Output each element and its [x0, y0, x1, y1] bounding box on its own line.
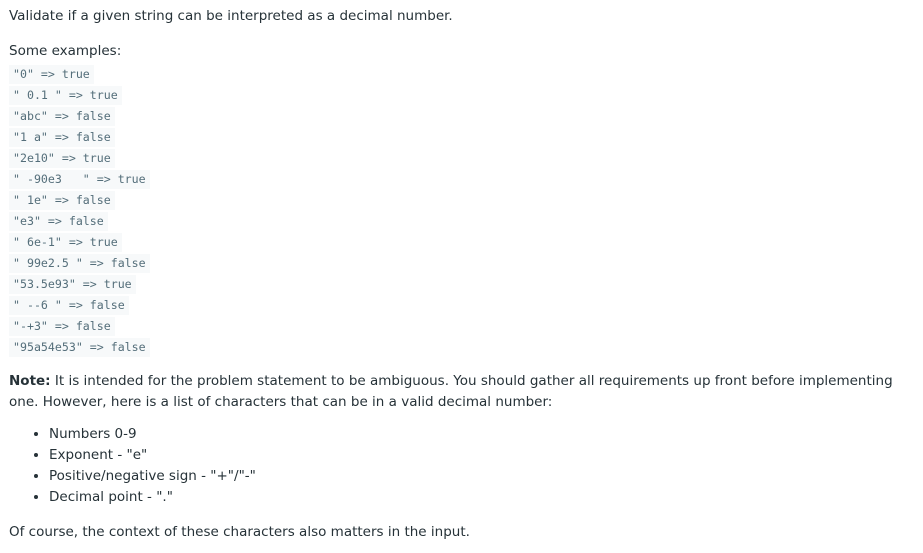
problem-description: Validate if a given string can be interp… — [0, 0, 923, 543]
example-code: "0" => true — [9, 65, 94, 84]
example-line: "abc" => false — [9, 106, 914, 127]
valid-characters-list: Numbers 0-9 Exponent - "e" Positive/nega… — [9, 424, 914, 508]
example-code: " 0.1 " => true — [9, 86, 122, 105]
example-line: "1 a" => false — [9, 127, 914, 148]
list-item: Numbers 0-9 — [49, 424, 914, 445]
example-code: " 6e-1" => true — [9, 233, 122, 252]
example-code: "2e10" => true — [9, 149, 115, 168]
example-line: "53.5e93" => true — [9, 274, 914, 295]
example-code: " --6 " => false — [9, 296, 129, 315]
example-line: "2e10" => true — [9, 148, 914, 169]
example-line: "0" => true — [9, 64, 914, 85]
example-line: "-+3" => false — [9, 316, 914, 337]
outro-text: Of course, the context of these characte… — [9, 524, 470, 540]
example-line: " 6e-1" => true — [9, 232, 914, 253]
example-line: "e3" => false — [9, 211, 914, 232]
examples-label: Some examples: — [9, 43, 122, 59]
list-item: Positive/negative sign - "+"/"-" — [49, 466, 914, 487]
example-line: " 99e2.5 " => false — [9, 253, 914, 274]
note-paragraph: Note: It is intended for the problem sta… — [9, 371, 914, 413]
example-line: " --6 " => false — [9, 295, 914, 316]
example-code: " -90e3 " => true — [9, 170, 150, 189]
example-code: "1 a" => false — [9, 128, 115, 147]
list-item: Exponent - "e" — [49, 445, 914, 466]
example-code: "95a54e53" => false — [9, 338, 150, 357]
examples-list: "0" => true " 0.1 " => true "abc" => fal… — [9, 64, 914, 358]
example-code: " 1e" => false — [9, 191, 115, 210]
example-code: "-+3" => false — [9, 317, 115, 336]
example-line: "95a54e53" => false — [9, 337, 914, 358]
example-line: " -90e3 " => true — [9, 169, 914, 190]
example-line: " 1e" => false — [9, 190, 914, 211]
list-item: Decimal point - "." — [49, 487, 914, 508]
note-text: It is intended for the problem statement… — [9, 373, 893, 410]
example-code: "abc" => false — [9, 107, 115, 126]
example-code: " 99e2.5 " => false — [9, 254, 150, 273]
example-code: "e3" => false — [9, 212, 108, 231]
note-label: Note: — [9, 373, 51, 389]
example-code: "53.5e93" => true — [9, 275, 136, 294]
example-line: " 0.1 " => true — [9, 85, 914, 106]
intro-text: Validate if a given string can be interp… — [9, 8, 453, 24]
